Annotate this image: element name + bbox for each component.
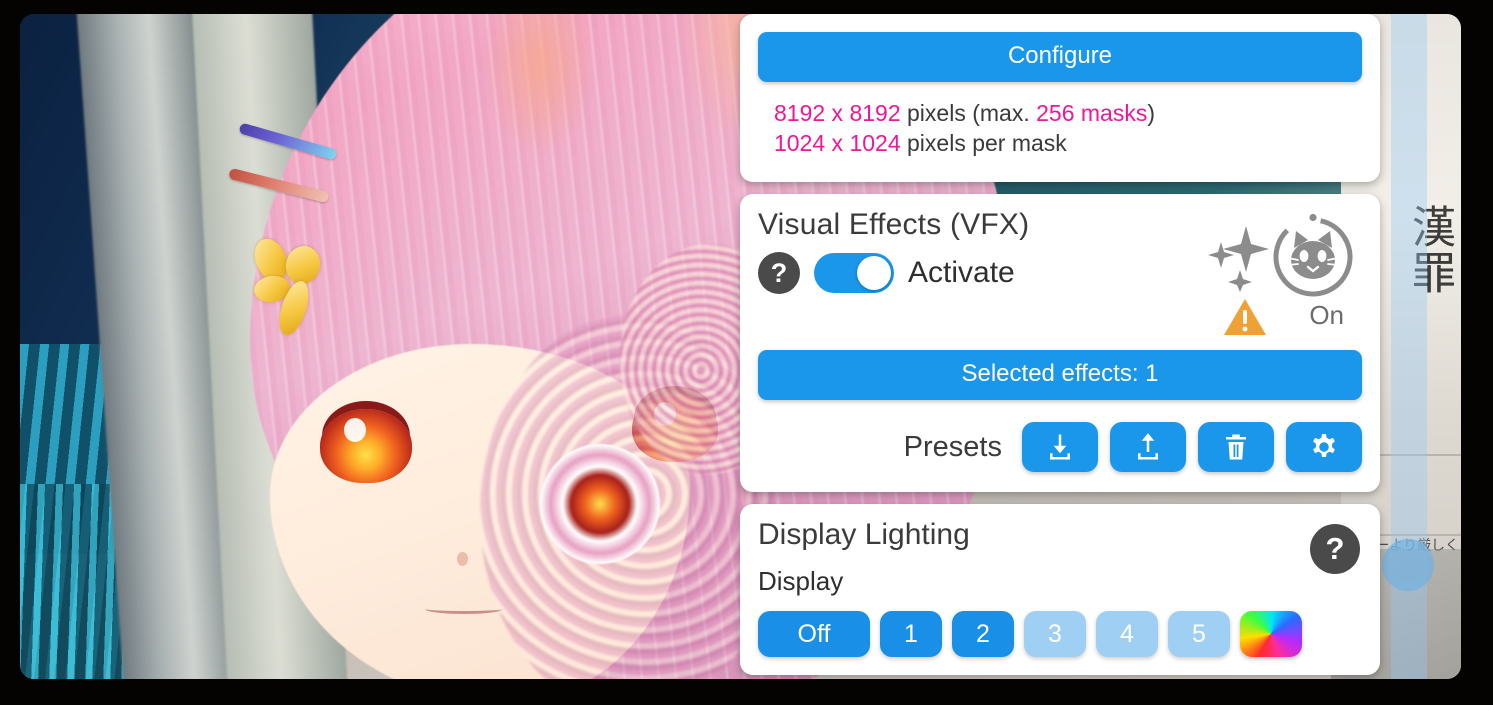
configure-button[interactable]: Configure xyxy=(758,32,1362,82)
mask-canvas-size-suffix: pixels (max. xyxy=(900,100,1037,126)
vfx-status-cluster: On xyxy=(1204,208,1364,335)
help-icon[interactable]: ? xyxy=(758,252,800,294)
display-lighting-panel: Display Lighting ? Display Off 1 2 3 4 5 xyxy=(740,504,1380,675)
vfx-activate-toggle[interactable] xyxy=(814,253,894,293)
export-preset-button[interactable] xyxy=(1110,422,1186,472)
toggle-knob xyxy=(857,256,891,290)
mask-size-line-1: 8192 x 8192 pixels (max. 256 masks) xyxy=(774,98,1362,128)
mask-count: 256 masks xyxy=(1036,100,1148,126)
mask-count-suffix: ) xyxy=(1147,100,1155,126)
mask-canvas-size: 8192 x 8192 xyxy=(774,100,901,126)
download-icon xyxy=(1050,434,1070,460)
settings-panel-column: Configure 8192 x 8192 pixels (max. 256 m… xyxy=(740,14,1380,679)
per-mask-size: 1024 x 1024 xyxy=(774,130,901,156)
presets-row: Presets xyxy=(758,422,1362,472)
edge-gesture-handle[interactable] xyxy=(1382,539,1434,591)
gear-icon xyxy=(1313,434,1335,457)
per-mask-size-suffix: pixels per mask xyxy=(900,130,1067,156)
configure-panel: Configure 8192 x 8192 pixels (max. 256 m… xyxy=(740,14,1380,182)
wallpaper-character-eye-left xyxy=(320,409,412,483)
device-frame: 漢罪 バーより厳しく Configure 8192 x 8192 pixels … xyxy=(0,0,1493,705)
import-preset-button[interactable] xyxy=(1022,422,1098,472)
screen: 漢罪 バーより厳しく Configure 8192 x 8192 pixels … xyxy=(20,14,1461,679)
display-level-1[interactable]: 1 xyxy=(880,611,942,657)
display-level-2[interactable]: 2 xyxy=(952,611,1014,657)
display-section-label: Display xyxy=(758,566,844,596)
display-level-3[interactable]: 3 xyxy=(1024,611,1086,657)
delete-preset-button[interactable] xyxy=(1198,422,1274,472)
display-level-4[interactable]: 4 xyxy=(1096,611,1158,657)
mask-size-info: 8192 x 8192 pixels (max. 256 masks) 1024… xyxy=(774,98,1362,158)
trash-icon xyxy=(1226,434,1246,460)
display-level-buttons: Off 1 2 3 4 5 xyxy=(758,611,1362,657)
sparkles-icon xyxy=(1208,226,1269,292)
vfx-status-label: On xyxy=(1309,300,1344,330)
eye-glint xyxy=(343,417,366,442)
visual-effects-panel: Visual Effects (VFX) ? Activate On Selec… xyxy=(740,194,1380,492)
warning-triangle-icon xyxy=(1224,299,1266,335)
help-icon[interactable]: ? xyxy=(1310,524,1360,574)
mask-size-line-2: 1024 x 1024 pixels per mask xyxy=(774,128,1362,158)
wallpaper-character-nose xyxy=(457,552,468,566)
selected-effects-button[interactable]: Selected effects: 1 xyxy=(758,350,1362,400)
display-color-wheel-button[interactable] xyxy=(1240,611,1302,657)
wallpaper-vfx-swirl-core xyxy=(540,444,660,564)
panel-title: Display Lighting xyxy=(758,518,970,551)
preset-settings-button[interactable] xyxy=(1286,422,1362,472)
cat-face-icon[interactable] xyxy=(1270,212,1356,298)
presets-label: Presets xyxy=(903,430,1002,463)
display-level-off[interactable]: Off xyxy=(758,611,870,657)
display-level-5[interactable]: 5 xyxy=(1168,611,1230,657)
wallpaper-butterfly-ornament xyxy=(248,232,342,339)
upload-icon xyxy=(1138,433,1158,460)
vfx-activate-label: Activate xyxy=(908,256,1015,289)
wallpaper-character-mouth xyxy=(425,604,503,614)
